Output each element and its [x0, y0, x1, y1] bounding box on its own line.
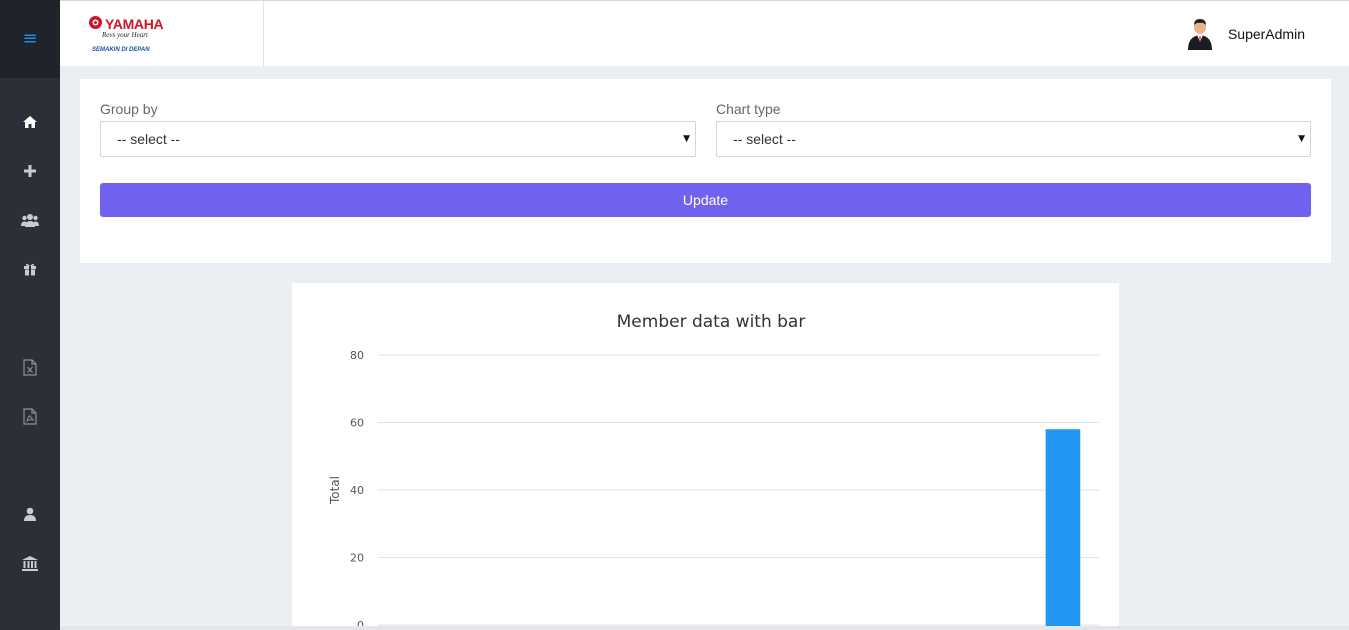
sidebar-item-bank[interactable] — [0, 551, 60, 575]
user-menu[interactable]: SuperAdmin — [1186, 18, 1305, 50]
sidebar-item-add[interactable] — [0, 159, 60, 183]
excel-file-icon — [23, 358, 37, 376]
users-icon — [21, 214, 39, 227]
y-tick-label: 20 — [350, 552, 364, 565]
pdf-file-icon — [23, 407, 37, 425]
home-icon — [23, 116, 37, 128]
page-bottom-edge — [60, 626, 1349, 630]
chevron-down-icon: ▼ — [683, 134, 690, 144]
chevron-down-icon: ▼ — [1298, 134, 1305, 144]
sidebar-item-export-pdf[interactable] — [0, 404, 60, 428]
chart-type-select[interactable]: -- select -- ▼ — [716, 121, 1311, 157]
chart-type-label: Chart type — [716, 101, 781, 117]
top-header: YAMAHA Revs your Heart SEMAKIN DI DEPAN … — [60, 0, 1349, 67]
y-axis-title: Total — [328, 476, 342, 505]
sidebar-toggle[interactable]: ≡ — [0, 0, 60, 78]
sidebar-item-members[interactable] — [0, 208, 60, 232]
y-tick-label: 80 — [350, 349, 364, 362]
group-by-value: -- select -- — [117, 131, 180, 147]
user-icon — [24, 507, 36, 521]
user-avatar — [1187, 19, 1212, 50]
sidebar-item-export-excel[interactable] — [0, 355, 60, 379]
chart-panel: Member data with bar Total 0 20 40 60 80 — [292, 283, 1119, 630]
filter-panel: Group by -- select -- ▼ Chart type -- se… — [80, 79, 1331, 263]
group-by-label: Group by — [100, 101, 158, 117]
sidebar-item-profile[interactable] — [0, 502, 60, 526]
bank-icon — [22, 555, 38, 571]
yamaha-emblem-icon — [89, 16, 102, 29]
username: SuperAdmin — [1227, 26, 1305, 42]
chart-title: Member data with bar — [617, 312, 806, 332]
logo-tagline: Revs your Heart — [102, 31, 148, 39]
hamburger-menu-icon[interactable]: ≡ — [22, 30, 37, 48]
update-button[interactable]: Update — [100, 183, 1311, 217]
y-tick-label: 60 — [350, 417, 364, 430]
chart-bar[interactable] — [1045, 429, 1081, 630]
logo-brand: YAMAHA — [105, 16, 164, 32]
sidebar: ≡ — [0, 0, 60, 630]
y-tick-label: 40 — [350, 484, 364, 497]
gift-icon — [24, 263, 36, 276]
brand-logo[interactable]: YAMAHA Revs your Heart SEMAKIN DI DEPAN — [60, 1, 264, 67]
group-by-select[interactable]: -- select -- ▼ — [100, 121, 696, 157]
sidebar-item-rewards[interactable] — [0, 257, 60, 281]
chart-type-value: -- select -- — [733, 131, 796, 147]
member-bar-chart: Member data with bar Total 020406080 — [328, 312, 1099, 630]
logo-subtitle: SEMAKIN DI DEPAN — [92, 47, 150, 53]
plus-icon — [24, 165, 36, 177]
sidebar-item-home[interactable] — [0, 110, 60, 134]
